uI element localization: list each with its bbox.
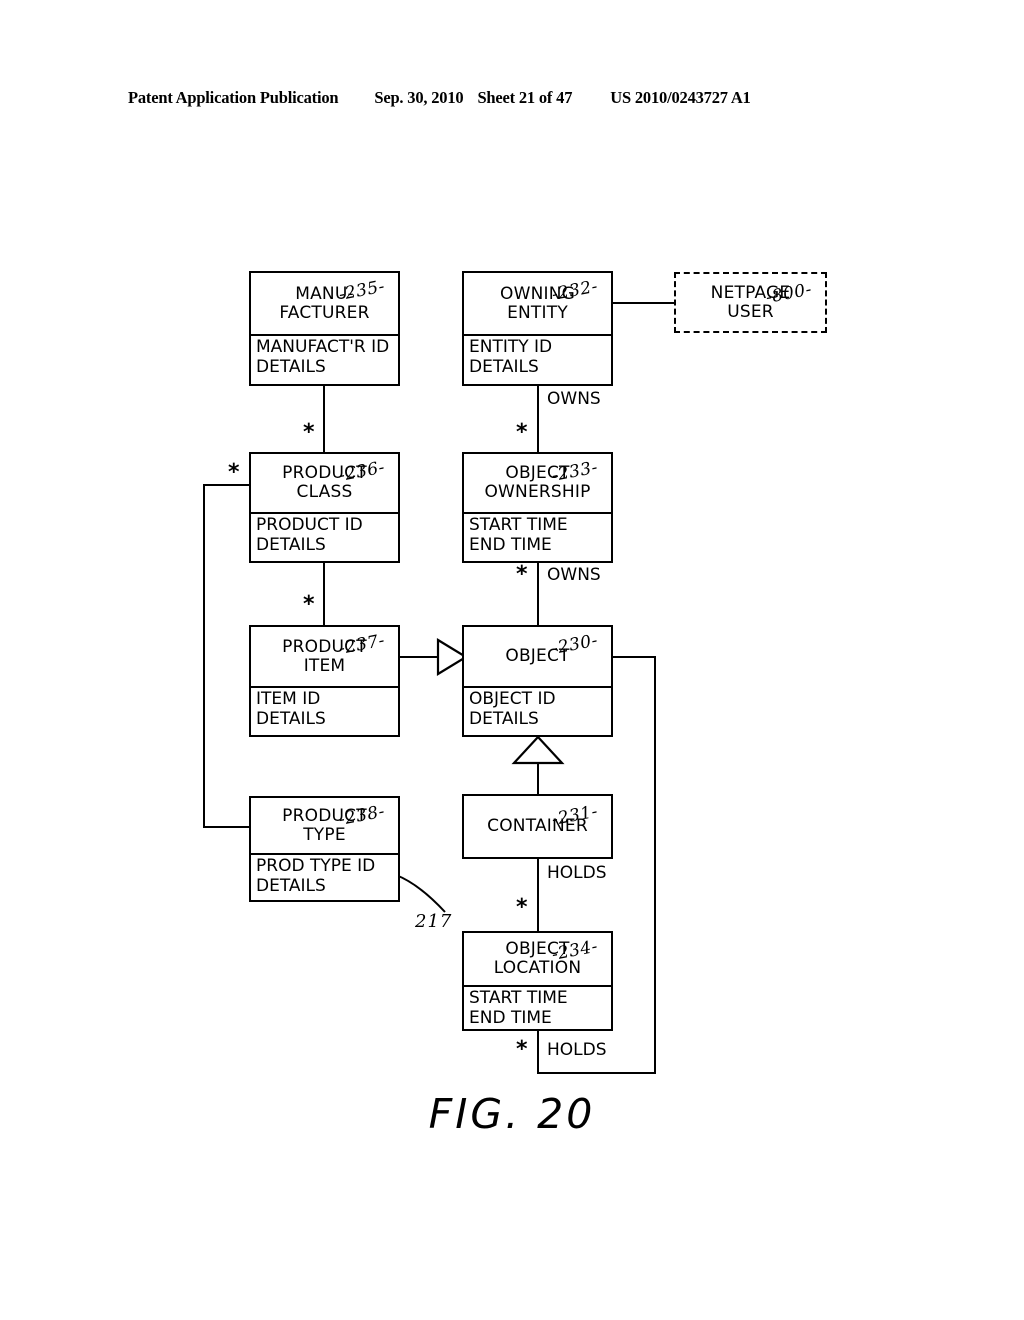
entity-product-item-title: PRODUCT ITEM xyxy=(282,636,367,676)
generalization-triangle-object xyxy=(511,735,565,765)
entity-object-title: OBJECT xyxy=(505,646,570,666)
entity-product-item[interactable]: PRODUCT ITEM ITEM ID DETAILS xyxy=(249,625,400,737)
entity-product-class[interactable]: PRODUCT CLASS PRODUCT ID DETAILS xyxy=(249,452,400,563)
multiplicity-product-class-left: * xyxy=(228,460,240,485)
entity-object-ownership-attributes: START TIME END TIME xyxy=(469,515,568,555)
entity-product-class-title: PRODUCT CLASS xyxy=(282,463,367,502)
figure-caption: FIG. 20 xyxy=(428,1090,596,1138)
multiplicity-object-location-object: * xyxy=(516,1037,528,1062)
entity-manufacturer-attributes: MANUFACT'R ID DETAILS xyxy=(256,337,390,377)
callout-number-217: 217 xyxy=(415,911,453,932)
label-holds-location-object: HOLDS xyxy=(547,1040,607,1060)
entity-object-attributes: OBJECT ID DETAILS xyxy=(469,689,556,729)
callout-leader-217 xyxy=(395,874,446,913)
entity-object-ownership[interactable]: OBJECT OWNERSHIP START TIME END TIME xyxy=(462,452,613,563)
entity-product-type-attributes: PROD TYPE ID DETAILS xyxy=(256,856,376,896)
entity-owning-entity-title: OWNING ENTITY xyxy=(499,283,575,323)
multiplicity-product-class-product-item: * xyxy=(303,592,315,617)
entity-object-location[interactable]: OBJECT LOCATION START TIME END TIME xyxy=(462,931,613,1031)
multiplicity-container-object-location: * xyxy=(516,895,528,920)
entity-product-class-attributes: PRODUCT ID DETAILS xyxy=(256,515,363,555)
entity-owning-entity-attributes: ENTITY ID DETAILS xyxy=(469,337,553,377)
label-holds-container-location: HOLDS xyxy=(547,863,607,883)
entity-product-item-attributes: ITEM ID DETAILS xyxy=(256,689,326,729)
multiplicity-manufacturer-product-class: * xyxy=(303,420,315,445)
multiplicity-ownership-object: * xyxy=(516,562,528,587)
entity-object-ownership-title: OBJECT OWNERSHIP xyxy=(484,463,591,502)
entity-product-type[interactable]: PRODUCT TYPE PROD TYPE ID DETAILS xyxy=(249,796,400,902)
entity-manufacturer-title: MANU- FACTURER xyxy=(279,283,370,323)
entity-manufacturer[interactable]: MANU- FACTURER MANUFACT'R ID DETAILS xyxy=(249,271,400,386)
entity-netpage-user[interactable]: NETPAGE USER xyxy=(674,272,827,333)
entity-netpage-user-title: NETPAGE USER xyxy=(710,282,791,322)
entity-owning-entity[interactable]: OWNING ENTITY ENTITY ID DETAILS xyxy=(462,271,613,386)
label-owns-entity-ownership: OWNS xyxy=(547,389,601,409)
entity-container[interactable]: CONTAINER xyxy=(462,794,613,859)
figure-20-diagram: MANU- FACTURER MANUFACT'R ID DETAILS -23… xyxy=(0,0,1024,1320)
entity-object[interactable]: OBJECT OBJECT ID DETAILS xyxy=(462,625,613,737)
entity-object-location-title: OBJECT LOCATION xyxy=(493,939,582,978)
entity-object-location-attributes: START TIME END TIME xyxy=(469,988,568,1028)
link-product-class-product-type xyxy=(202,483,249,829)
entity-container-title: CONTAINER xyxy=(487,816,588,836)
multiplicity-owning-entity-ownership: * xyxy=(516,420,528,445)
entity-product-type-title: PRODUCT TYPE xyxy=(282,805,367,845)
label-owns-ownership-object: OWNS xyxy=(547,565,601,585)
